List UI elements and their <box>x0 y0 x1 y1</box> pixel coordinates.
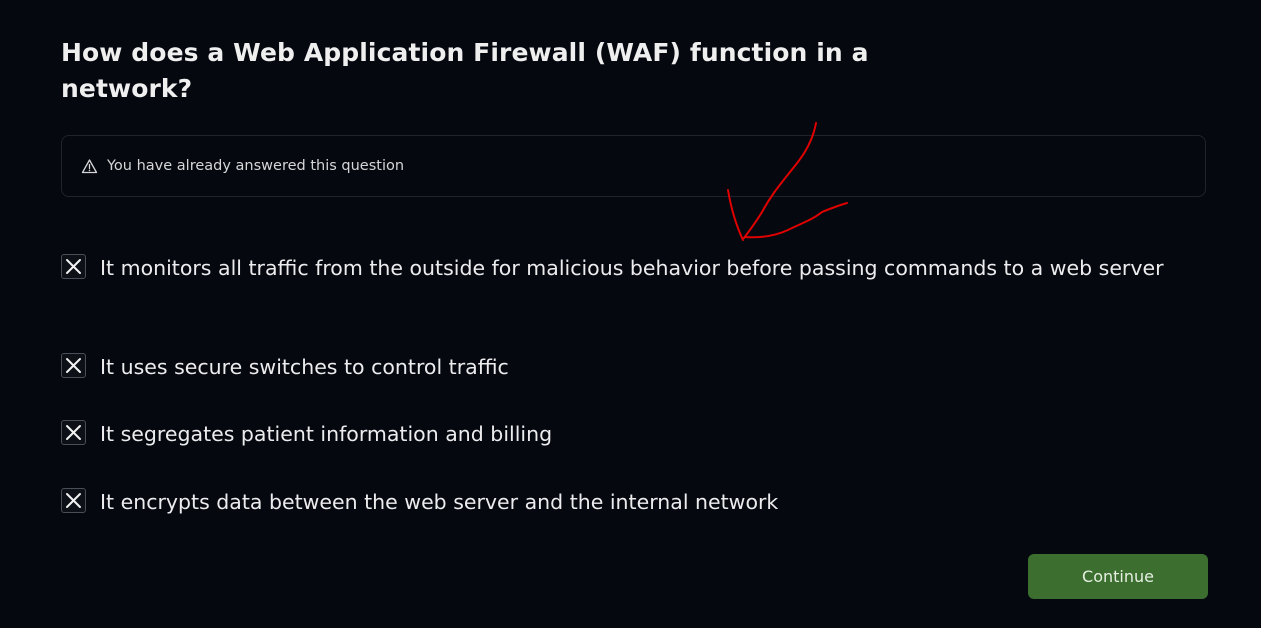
warning-icon <box>81 158 98 175</box>
notice-text: You have already answered this question <box>107 158 405 174</box>
quiz-page: How does a Web Application Firewall (WAF… <box>0 0 1261 628</box>
already-answered-notice: You have already answered this question <box>61 135 1206 197</box>
x-mark-icon[interactable] <box>61 254 86 279</box>
question-title: How does a Web Application Firewall (WAF… <box>61 38 869 103</box>
x-mark-icon[interactable] <box>61 488 86 513</box>
continue-button[interactable]: Continue <box>1028 554 1208 599</box>
answer-option-label: It encrypts data between the web server … <box>100 490 779 514</box>
answer-option-label: It segregates patient information and bi… <box>100 422 553 446</box>
answer-option-label: It uses secure switches to control traff… <box>100 355 509 379</box>
x-mark-icon[interactable] <box>61 353 86 378</box>
answer-option[interactable]: It monitors all traffic from the outside… <box>61 254 1211 284</box>
x-mark-icon[interactable] <box>61 420 86 445</box>
answer-option[interactable]: It uses secure switches to control traff… <box>61 353 509 383</box>
answer-option[interactable]: It encrypts data between the web server … <box>61 488 778 518</box>
answer-option[interactable]: It segregates patient information and bi… <box>61 420 552 450</box>
answer-option-label: It monitors all traffic from the outside… <box>100 256 1164 280</box>
